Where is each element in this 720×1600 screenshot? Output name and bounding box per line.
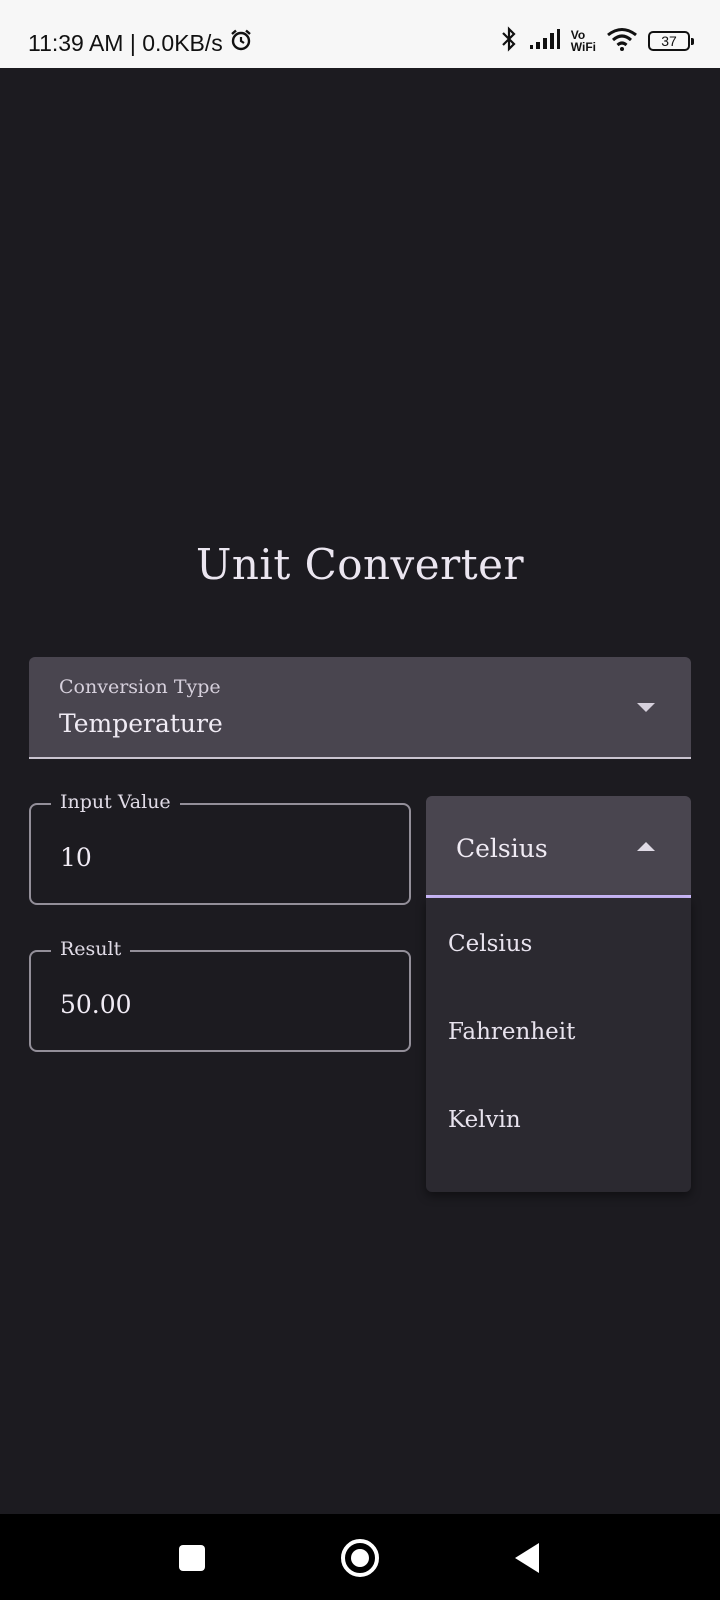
input-value-label: Input Value: [51, 791, 180, 813]
chevron-up-icon: [637, 842, 655, 851]
wifi-icon: [606, 27, 638, 54]
conversion-type-dropdown[interactable]: Conversion Type Temperature: [29, 657, 691, 759]
result-label: Result: [51, 938, 131, 960]
page-title: Unit Converter: [195, 540, 525, 589]
vowifi-vo: Vo: [570, 27, 586, 42]
bluetooth-icon: [499, 26, 519, 55]
vowifi-wifi: WiFi: [570, 39, 596, 54]
status-left: 11:39 AM | 0.0KB/s: [28, 28, 253, 58]
unit-dropdown[interactable]: Celsius: [426, 796, 691, 898]
status-right: Vo WiFi 37: [499, 26, 694, 55]
recents-icon[interactable]: [179, 1545, 205, 1571]
menu-item-celsius[interactable]: Celsius: [426, 900, 691, 988]
result-value: 50.00: [60, 990, 132, 1019]
home-icon[interactable]: [341, 1539, 379, 1577]
menu-item-kelvin[interactable]: Kelvin: [426, 1076, 691, 1164]
input-value-text: 10: [60, 843, 92, 872]
battery-indicator: 37: [648, 30, 694, 51]
status-time-speed: 11:39 AM | 0.0KB/s: [28, 29, 223, 56]
alarm-icon: [229, 28, 253, 58]
conversion-type-label: Conversion Type: [59, 676, 221, 698]
navigation-bar: [0, 1514, 720, 1600]
unit-dropdown-value: Celsius: [456, 834, 548, 863]
signal-icon: [529, 28, 561, 53]
vowifi-indicator: Vo WiFi: [571, 29, 596, 53]
conversion-type-value: Temperature: [59, 709, 223, 738]
unit-dropdown-menu: Celsius Fahrenheit Kelvin: [426, 898, 691, 1192]
input-value-field[interactable]: Input Value 10: [29, 791, 411, 905]
result-field[interactable]: Result 50.00: [29, 938, 411, 1052]
screen: 11:39 AM | 0.0KB/s Vo WiFi 37 Unit Conve…: [0, 0, 720, 1600]
menu-item-fahrenheit[interactable]: Fahrenheit: [426, 988, 691, 1076]
status-bar: 11:39 AM | 0.0KB/s Vo WiFi 37: [0, 0, 720, 68]
battery-level: 37: [661, 32, 677, 49]
back-icon[interactable]: [515, 1543, 539, 1573]
chevron-down-icon: [637, 703, 655, 712]
